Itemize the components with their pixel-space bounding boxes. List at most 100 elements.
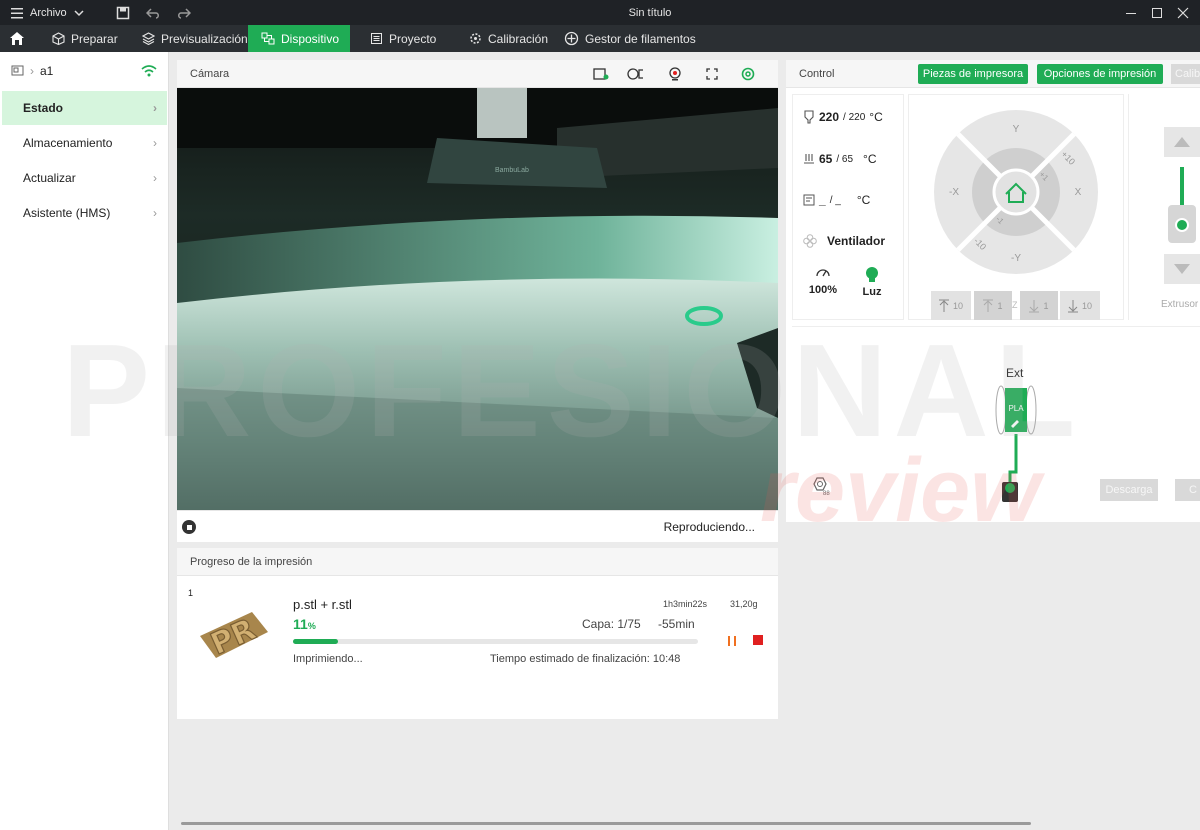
bed-unit: °C <box>863 152 877 166</box>
printer-selector[interactable]: › a1 <box>11 64 53 78</box>
tab-device-label: Dispositivo <box>281 31 340 46</box>
sidebar-item-label: Almacenamiento <box>23 136 113 150</box>
progress-bar <box>293 639 698 644</box>
z-down-1-button[interactable]: 1 <box>1020 291 1058 320</box>
filament-weight: 31,20g <box>730 599 758 609</box>
layers-icon <box>142 32 155 45</box>
sidebar-item-storage[interactable]: Almacenamiento › <box>2 126 167 160</box>
extruder-up-button[interactable] <box>1164 127 1200 157</box>
z-up-10-label: 10 <box>952 300 963 311</box>
speed-label: 100% <box>808 284 838 296</box>
timelapse-icon[interactable] <box>627 66 643 82</box>
z-up-1-label: 1 <box>997 300 1003 311</box>
tab-preview-label: Previsualización <box>161 31 248 46</box>
camera-footer: Reproduciendo... <box>177 510 778 542</box>
arrow-up-icon <box>983 299 994 312</box>
device-sidebar: › a1 Estado › Almacenamiento › Actualiza… <box>0 52 169 830</box>
z-up-10-button[interactable]: 10 <box>931 291 971 320</box>
tab-device[interactable]: Dispositivo <box>248 25 350 52</box>
file-menu-label: Archivo <box>30 6 67 19</box>
progress-bar-fill <box>293 639 338 644</box>
chevron-right-icon: › <box>153 101 157 115</box>
progress-title: Progreso de la impresión <box>190 555 313 568</box>
stop-icon <box>186 524 192 530</box>
chevron-right-icon: › <box>153 171 157 185</box>
main-tab-bar: Preparar Previsualización Dispositivo Pr… <box>0 25 1200 52</box>
tab-prepare-label: Preparar <box>71 31 118 46</box>
print-status: Imprimiendo... <box>293 653 363 665</box>
tab-project[interactable]: Proyecto <box>370 25 436 52</box>
calibration-button[interactable]: Calib <box>1171 64 1200 84</box>
recording-icon[interactable] <box>593 66 609 82</box>
arrow-up-icon <box>938 299 949 312</box>
print-progress-panel: Progreso de la impresión 1 PR p.stl + r.… <box>177 548 778 719</box>
camera-settings-icon[interactable] <box>740 66 756 82</box>
total-time: 1h3min22s <box>663 599 708 609</box>
z-down-10-button[interactable]: 10 <box>1060 291 1100 320</box>
sidebar-item-hms[interactable]: Asistente (HMS) › <box>2 196 167 230</box>
stop-print-button[interactable] <box>753 635 763 645</box>
nozzle-temp-row[interactable]: 220 / 220 °C <box>803 110 883 124</box>
ams-settings-icon[interactable]: 88 <box>809 476 831 501</box>
tab-filament-manager-label: Gestor de filamentos <box>585 31 696 46</box>
maximize-icon[interactable] <box>1151 0 1163 25</box>
fan-icon <box>803 234 817 248</box>
light-control[interactable]: Luz <box>852 266 892 298</box>
home-icon <box>10 32 24 45</box>
layer-info: Capa: 1/75 <box>582 617 641 631</box>
sidebar-item-update[interactable]: Actualizar › <box>2 161 167 195</box>
filament-type-label: PLA <box>1008 404 1024 413</box>
printer-parts-button[interactable]: Piezas de impresora <box>918 64 1028 84</box>
lightbulb-icon <box>866 267 878 282</box>
webcam-icon[interactable] <box>667 66 683 82</box>
stop-stream-button[interactable] <box>182 520 196 534</box>
close-icon[interactable] <box>1177 0 1189 25</box>
svg-text:88: 88 <box>823 491 830 496</box>
print-options-button[interactable]: Opciones de impresión <box>1037 64 1163 84</box>
camera-panel: Cámara BambuLab Reproduciendo... <box>177 60 778 542</box>
bed-temp-row[interactable]: 65 / 65 °C <box>803 152 877 166</box>
bed-temp: 65 <box>819 152 833 166</box>
sidebar-item-label: Asistente (HMS) <box>23 206 111 220</box>
z-up-1-button[interactable]: 1 <box>974 291 1012 320</box>
extruder-label: Extrusor <box>1161 299 1199 310</box>
chamber-target: / _ <box>829 194 841 206</box>
unload-button[interactable]: Descarga <box>1100 479 1158 501</box>
estimated-finish: Tiempo estimado de finalización: 10:48 <box>490 653 681 665</box>
wifi-icon <box>141 64 157 82</box>
home-button[interactable] <box>0 25 34 52</box>
camera-header: Cámara <box>177 60 778 88</box>
jog-x-neg: -X <box>949 187 959 198</box>
extruder-graphic <box>1164 165 1200 247</box>
load-button[interactable]: C <box>1175 479 1200 501</box>
redo-icon[interactable] <box>177 0 191 25</box>
sidebar-item-label: Estado <box>23 101 64 115</box>
horizontal-scrollbar[interactable] <box>181 822 1031 825</box>
progress-percent: 11% <box>293 616 316 634</box>
xy-jog-wheel[interactable]: Y -Y X -X +10 +1 -1 -10 <box>934 110 1098 274</box>
fullscreen-icon[interactable] <box>704 66 720 82</box>
chevron-down-icon[interactable] <box>73 0 85 25</box>
save-icon[interactable] <box>116 0 130 25</box>
chamber-temp-row: _ / _ °C <box>803 193 870 207</box>
tab-calibration[interactable]: Calibración <box>469 25 548 52</box>
tab-prepare[interactable]: Preparar <box>52 25 118 52</box>
chevron-right-icon: › <box>153 136 157 150</box>
tab-filament-manager[interactable]: Gestor de filamentos <box>564 25 696 52</box>
speedometer-icon <box>816 269 830 277</box>
sidebar-item-status[interactable]: Estado › <box>2 91 167 125</box>
filament-icon <box>564 31 579 46</box>
speed-control[interactable]: 100% <box>803 266 843 296</box>
z-axis-label: Z <box>1012 300 1018 310</box>
nozzle-temp: 220 <box>819 110 840 124</box>
file-menu[interactable]: Archivo <box>10 0 67 25</box>
camera-feed: BambuLab <box>177 88 778 510</box>
tab-preview[interactable]: Previsualización <box>142 25 248 52</box>
external-spool[interactable]: PLA <box>995 384 1037 502</box>
fan-row[interactable]: Ventilador <box>803 234 885 248</box>
minimize-icon[interactable] <box>1125 0 1137 25</box>
undo-icon[interactable] <box>146 0 160 25</box>
pause-button[interactable] <box>726 634 738 652</box>
camera-title: Cámara <box>190 67 230 80</box>
extruder-down-button[interactable] <box>1164 254 1200 284</box>
